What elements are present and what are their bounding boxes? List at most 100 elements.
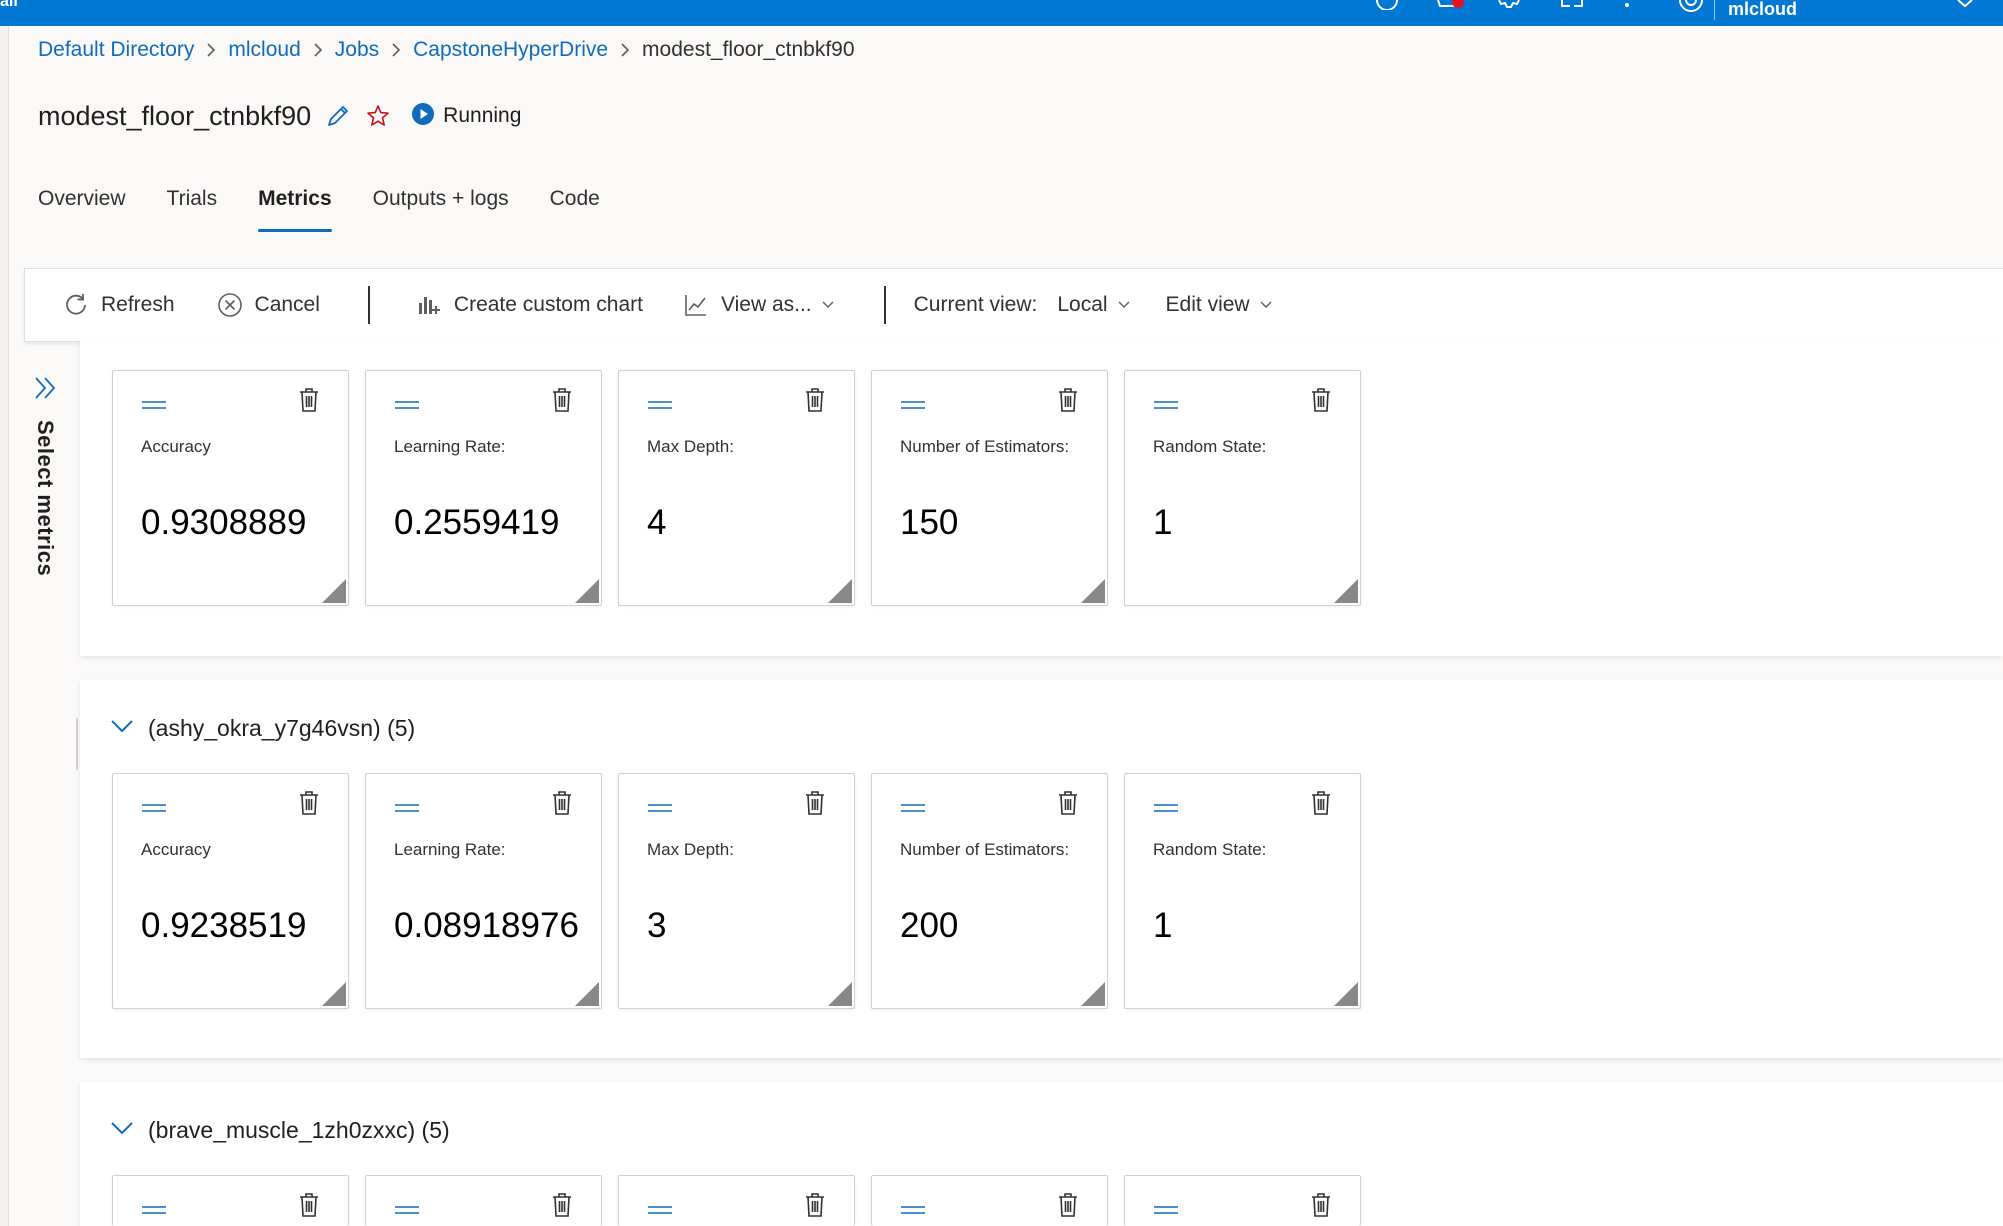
delete-trash-icon[interactable] <box>804 790 826 821</box>
app-brand: ail <box>0 0 18 10</box>
metric-card-n-estimators[interactable]: Number of Estimators: 200 <box>871 773 1108 1009</box>
edit-view-dropdown[interactable]: Edit view <box>1166 293 1272 317</box>
metric-card-max-depth[interactable]: Max Depth: 3 <box>618 773 855 1009</box>
delete-trash-icon[interactable] <box>551 387 573 418</box>
resize-handle[interactable] <box>322 579 346 603</box>
delete-trash-icon[interactable] <box>298 1192 320 1223</box>
drag-handle-icon[interactable] <box>141 1202 167 1220</box>
metric-card-random-state[interactable]: Random State: 1 <box>1124 370 1361 606</box>
metric-value: 4 <box>647 503 667 542</box>
resize-handle[interactable] <box>575 982 599 1006</box>
delete-trash-icon[interactable] <box>804 387 826 418</box>
group-header[interactable]: (ashy_okra_y7g46vsn) (5) <box>110 711 415 745</box>
tab-metrics[interactable]: Metrics <box>258 182 332 232</box>
workspace-name[interactable]: mlcloud <box>1728 0 1797 20</box>
running-play-icon <box>411 102 435 131</box>
chevron-down-icon <box>110 718 134 739</box>
resize-handle[interactable] <box>575 579 599 603</box>
tab-outputs-logs[interactable]: Outputs + logs <box>373 182 509 232</box>
drag-handle-icon[interactable] <box>647 800 673 818</box>
metric-card[interactable] <box>112 1175 349 1226</box>
delete-trash-icon[interactable] <box>1310 1192 1332 1223</box>
account-icon[interactable] <box>1678 0 1703 12</box>
resize-handle[interactable] <box>828 579 852 603</box>
metric-card-random-state[interactable]: Random State: 1 <box>1124 773 1361 1009</box>
top-bar: ail mlcloud <box>0 0 2003 26</box>
cancel-button[interactable]: Cancel <box>217 292 320 318</box>
breadcrumb-workspace[interactable]: mlcloud <box>228 38 300 62</box>
edit-pencil-icon[interactable] <box>325 103 351 129</box>
drag-handle-icon[interactable] <box>1153 800 1179 818</box>
metric-value: 3 <box>647 906 667 945</box>
settings-gear-icon[interactable] <box>1496 0 1520 10</box>
metric-card-max-depth[interactable]: Max Depth: 4 <box>618 370 855 606</box>
refresh-label: Refresh <box>101 293 175 316</box>
metric-card-learning-rate[interactable]: Learning Rate: 0.08918976 <box>365 773 602 1009</box>
resize-handle[interactable] <box>1334 579 1358 603</box>
breadcrumb-jobs[interactable]: Jobs <box>335 38 379 62</box>
view-as-dropdown[interactable]: View as... <box>683 292 834 318</box>
group-title: (ashy_okra_y7g46vsn) (5) <box>148 714 416 741</box>
double-chevron-right-icon <box>32 374 60 407</box>
feedback-icon[interactable] <box>1560 0 1584 10</box>
breadcrumb-default-directory[interactable]: Default Directory <box>38 38 194 62</box>
resize-handle[interactable] <box>322 982 346 1006</box>
tab-overview[interactable]: Overview <box>38 182 126 232</box>
create-custom-chart-button[interactable]: Create custom chart <box>416 292 643 318</box>
command-bar: Refresh Cancel Create custom chart View … <box>24 268 2003 342</box>
metric-label: Random State: <box>1153 437 1267 456</box>
chevron-down-icon[interactable] <box>1956 0 1980 10</box>
cancel-circle-icon <box>217 292 243 318</box>
resize-handle[interactable] <box>1081 579 1105 603</box>
resize-handle[interactable] <box>828 982 852 1006</box>
tab-code[interactable]: Code <box>550 182 600 232</box>
metric-card[interactable] <box>871 1175 1108 1226</box>
delete-trash-icon[interactable] <box>1310 387 1332 418</box>
notifications-bell-icon[interactable] <box>1436 0 1464 10</box>
drag-handle-icon[interactable] <box>900 397 926 415</box>
delete-trash-icon[interactable] <box>1057 387 1079 418</box>
drag-handle-icon[interactable] <box>394 397 420 415</box>
page-title: modest_floor_ctnbkf90 <box>38 100 312 131</box>
metric-card-accuracy[interactable]: Accuracy 0.9238519 <box>112 773 349 1009</box>
tab-trials[interactable]: Trials <box>167 182 218 232</box>
drag-handle-icon[interactable] <box>1153 1202 1179 1220</box>
delete-trash-icon[interactable] <box>551 1192 573 1223</box>
group-header[interactable]: (brave_muscle_1zh0zxxc) (5) <box>110 1113 450 1147</box>
metric-card-accuracy[interactable]: Accuracy 0.9308889 <box>112 370 349 606</box>
delete-trash-icon[interactable] <box>298 387 320 418</box>
drag-handle-icon[interactable] <box>647 1202 673 1220</box>
metric-card[interactable] <box>365 1175 602 1226</box>
delete-trash-icon[interactable] <box>551 790 573 821</box>
resize-handle[interactable] <box>1081 982 1105 1006</box>
drag-handle-icon[interactable] <box>141 397 167 415</box>
drag-handle-icon[interactable] <box>900 800 926 818</box>
metric-card-n-estimators[interactable]: Number of Estimators: 150 <box>871 370 1108 606</box>
drag-handle-icon[interactable] <box>394 1202 420 1220</box>
title-row: modest_floor_ctnbkf90 Running <box>38 96 521 136</box>
breadcrumb-experiment[interactable]: CapstoneHyperDrive <box>413 38 608 62</box>
drag-handle-icon[interactable] <box>647 397 673 415</box>
delete-trash-icon[interactable] <box>298 790 320 821</box>
refresh-button[interactable]: Refresh <box>63 292 175 318</box>
drag-handle-icon[interactable] <box>394 800 420 818</box>
metric-card-learning-rate[interactable]: Learning Rate: 0.2559419 <box>365 370 602 606</box>
delete-trash-icon[interactable] <box>1310 790 1332 821</box>
drag-handle-icon[interactable] <box>141 800 167 818</box>
delete-trash-icon[interactable] <box>1057 1192 1079 1223</box>
left-nav-edge[interactable] <box>0 26 9 1226</box>
metric-value: 1 <box>1153 503 1173 542</box>
drag-handle-icon[interactable] <box>1153 397 1179 415</box>
resize-handle[interactable] <box>1334 982 1358 1006</box>
favorite-star-icon[interactable] <box>365 103 391 129</box>
metric-card[interactable] <box>1124 1175 1361 1226</box>
help-question-icon[interactable] <box>1620 0 1644 10</box>
help-circle-icon[interactable] <box>1375 0 1399 10</box>
metric-card[interactable] <box>618 1175 855 1226</box>
metric-label: Accuracy <box>141 840 211 859</box>
drag-handle-icon[interactable] <box>900 1202 926 1220</box>
current-view-dropdown[interactable]: Local <box>1057 293 1130 317</box>
delete-trash-icon[interactable] <box>1057 790 1079 821</box>
delete-trash-icon[interactable] <box>804 1192 826 1223</box>
view-as-label: View as... <box>720 293 812 316</box>
